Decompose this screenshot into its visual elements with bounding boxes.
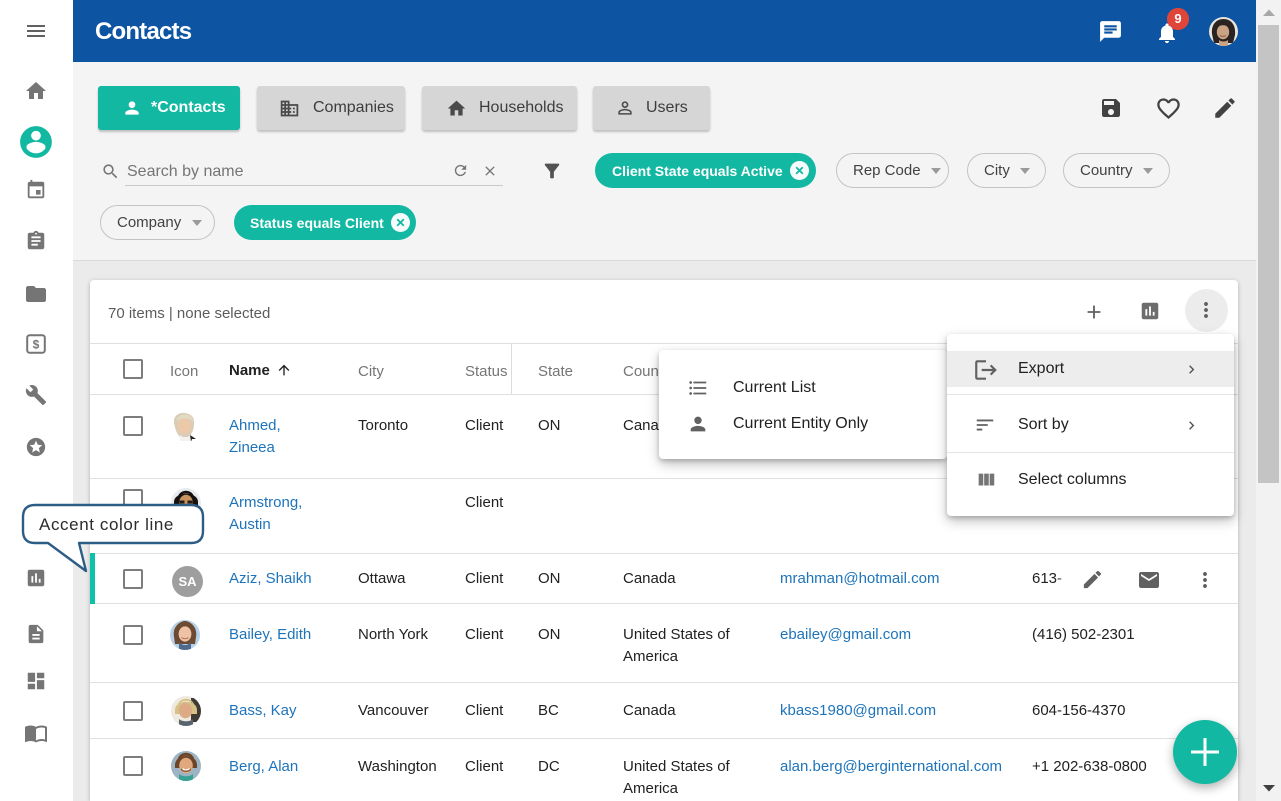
svg-text:$: $ (33, 338, 40, 352)
svg-text:Accent color line: Accent color line (39, 515, 174, 534)
